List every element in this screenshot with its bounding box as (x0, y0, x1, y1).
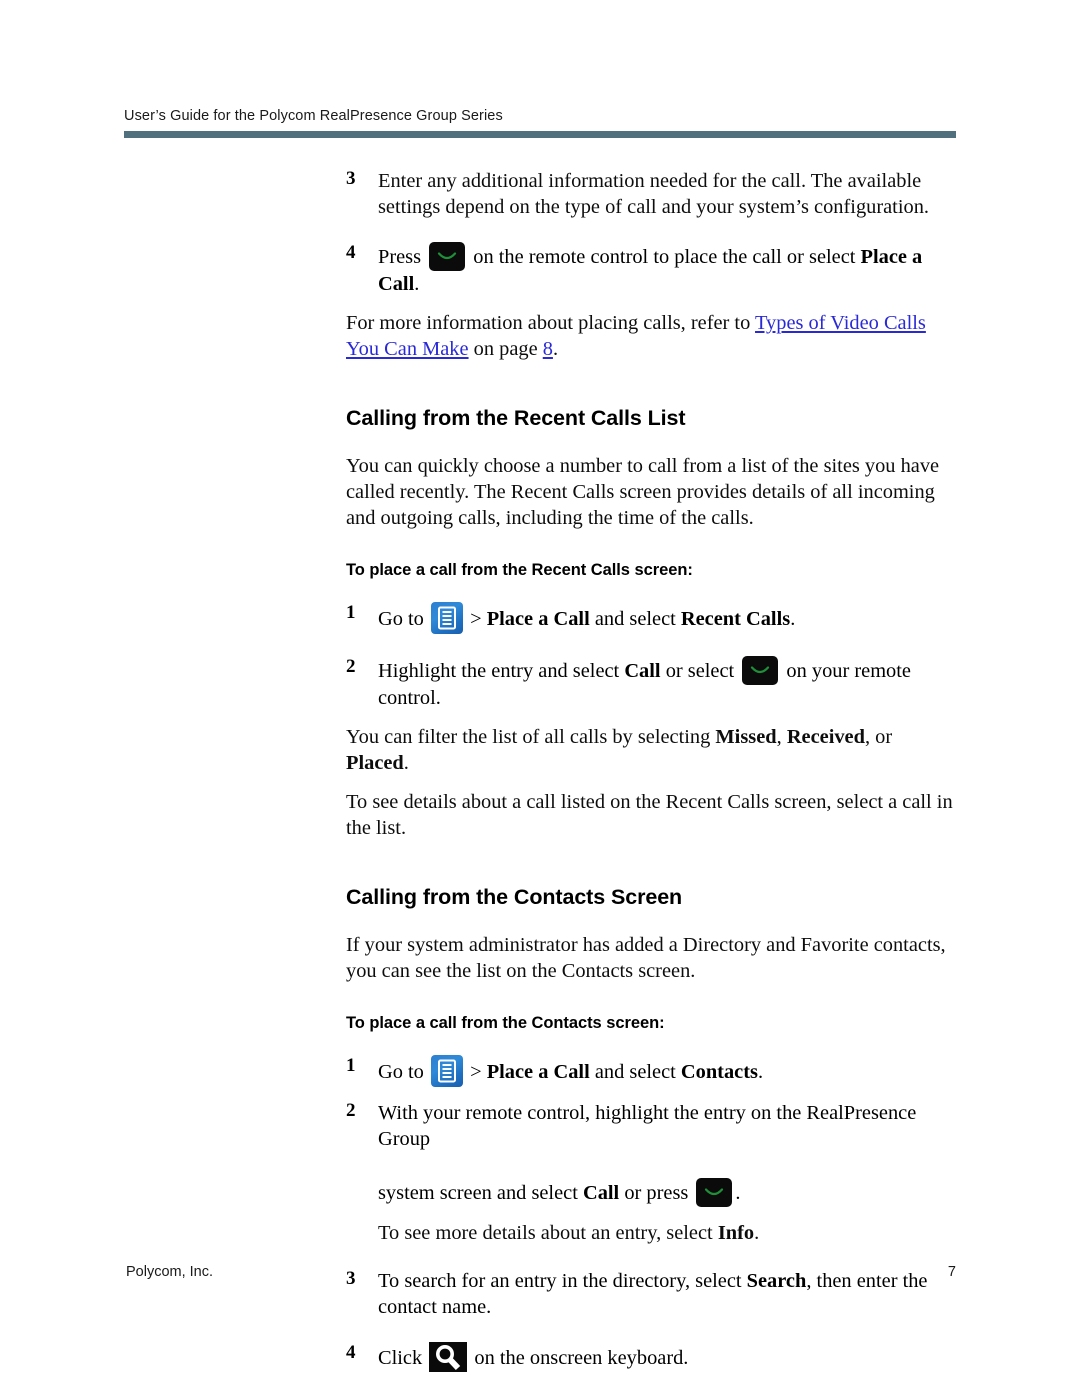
step-text-line2-end: . (735, 1182, 741, 1204)
home-menu-icon (430, 602, 463, 634)
list-item: 1 Go to > Place a Call and select Recent… (346, 602, 960, 634)
step-text-lead: Highlight the entry and select (378, 660, 625, 682)
filter-note-lead: You can filter the list of all calls by … (346, 726, 716, 748)
subheading-recent-calls-procedure: To place a call from the Recent Calls sc… (346, 561, 693, 579)
running-header-text: User’s Guide for the Polycom RealPresenc… (124, 108, 503, 124)
step-text: Click on the onscreen keyboard. (378, 1342, 689, 1372)
step-text-end: . (757, 1061, 764, 1083)
step-text-end: . (414, 273, 420, 295)
step-text-sep: > (464, 1061, 487, 1083)
list-item: 3 Enter any additional information neede… (346, 168, 960, 220)
xref-lead: For more information about placing calls… (346, 312, 756, 334)
filter-option-received: Received (786, 726, 865, 748)
step-text-sep: > (464, 608, 487, 630)
footer-page-number: 7 (947, 1264, 956, 1280)
step-number: 2 (346, 1100, 356, 1121)
step-text-end: . (790, 608, 796, 630)
step-text-line2-mid: or press (619, 1182, 694, 1204)
search-icon (429, 1342, 468, 1372)
step-text-lead: Press (378, 246, 427, 268)
filter-note-end: . (403, 752, 409, 774)
step-text-line2-lead: system screen and select (378, 1182, 583, 1204)
step-text-bold-a: Call (624, 660, 661, 682)
list-item: 2 With your remote control, highlight th… (346, 1100, 960, 1207)
contacts-intro: If your system administrator has added a… (346, 934, 946, 982)
home-menu-icon (430, 1055, 463, 1087)
info-note-lead: To see more details about an entry, sele… (378, 1222, 718, 1244)
step-text-line1: With your remote control, highlight the … (378, 1102, 917, 1150)
step-number: 4 (346, 1342, 356, 1363)
header-rule (124, 131, 956, 138)
xref-end: . (552, 338, 559, 360)
subheading-contacts-procedure: To place a call from the Contacts screen… (346, 1014, 665, 1032)
step-text-mid: or select (660, 660, 740, 682)
filter-sep-2: , or (864, 726, 893, 748)
call-button-icon (429, 242, 466, 271)
recent-calls-intro: You can quickly choose a number to call … (346, 455, 940, 529)
step-text-lead: Go to (378, 608, 429, 630)
step-text-lead: Click (378, 1347, 428, 1369)
list-item: 4 Press on the remote control to place t… (346, 242, 960, 297)
step-text-mid: and select (589, 1061, 681, 1083)
info-button-label: Info (717, 1222, 755, 1244)
step-number: 1 (346, 1055, 356, 1076)
list-item: 2 Highlight the entry and select Call or… (346, 656, 960, 711)
filter-sep-1: , (776, 726, 787, 748)
step-text-end: on the onscreen keyboard. (469, 1347, 689, 1369)
step-text: With your remote control, highlight the … (378, 1102, 917, 1207)
running-header: User’s Guide for the Polycom RealPresenc… (124, 108, 956, 138)
section-heading-contacts: Calling from the Contacts Screen (346, 885, 683, 909)
xref-page-link[interactable]: 8 (543, 338, 553, 360)
step-number: 3 (346, 168, 356, 189)
list-item: 4 Click on the onscreen keyboard. (346, 1342, 960, 1372)
step-text-lead: Go to (378, 1061, 429, 1083)
call-button-icon (696, 1178, 733, 1207)
step-text-mid: and select (589, 608, 681, 630)
step-text: Go to > Place a Call and select Recent C… (378, 602, 796, 634)
step-text-bold-a: Call (582, 1182, 620, 1204)
step-text-bold-b: Contacts (680, 1061, 758, 1083)
section-heading-recent-calls: Calling from the Recent Calls List (346, 406, 686, 430)
filter-option-missed: Missed (715, 726, 777, 748)
cross-reference-paragraph: For more information about placing calls… (346, 310, 960, 362)
step-text-bold-a: Place a Call (486, 1061, 590, 1083)
list-item: 1 Go to > Place a Call and select Contac… (346, 1055, 960, 1087)
step-text-bold-a: Place a Call (486, 608, 590, 630)
step-text-mid: on the remote control to place the call … (468, 246, 861, 268)
xref-mid: on page (468, 338, 543, 360)
filter-note: You can filter the list of all calls by … (346, 724, 960, 776)
document-page: User’s Guide for the Polycom RealPresenc… (0, 0, 1080, 1397)
step-text-bold-b: Recent Calls (680, 608, 791, 630)
recent-calls-details-note: To see details about a call listed on th… (346, 791, 953, 839)
call-button-icon (742, 656, 779, 685)
step-number: 1 (346, 602, 356, 623)
step-number: 2 (346, 656, 356, 677)
step-text: Press on the remote control to place the… (378, 242, 922, 295)
step-text: Enter any additional information needed … (378, 170, 929, 218)
footer-company: Polycom, Inc. (126, 1264, 214, 1280)
page-footer: Polycom, Inc. 7 (126, 1264, 956, 1280)
info-note-end: . (754, 1222, 760, 1244)
step-text: Go to > Place a Call and select Contacts… (378, 1055, 764, 1087)
content-column: 3 Enter any additional information neede… (346, 168, 960, 1372)
step-text: Highlight the entry and select Call or s… (378, 656, 911, 709)
step-number: 4 (346, 242, 356, 263)
filter-option-placed: Placed (346, 752, 404, 774)
contacts-info-note: To see more details about an entry, sele… (346, 1220, 960, 1246)
